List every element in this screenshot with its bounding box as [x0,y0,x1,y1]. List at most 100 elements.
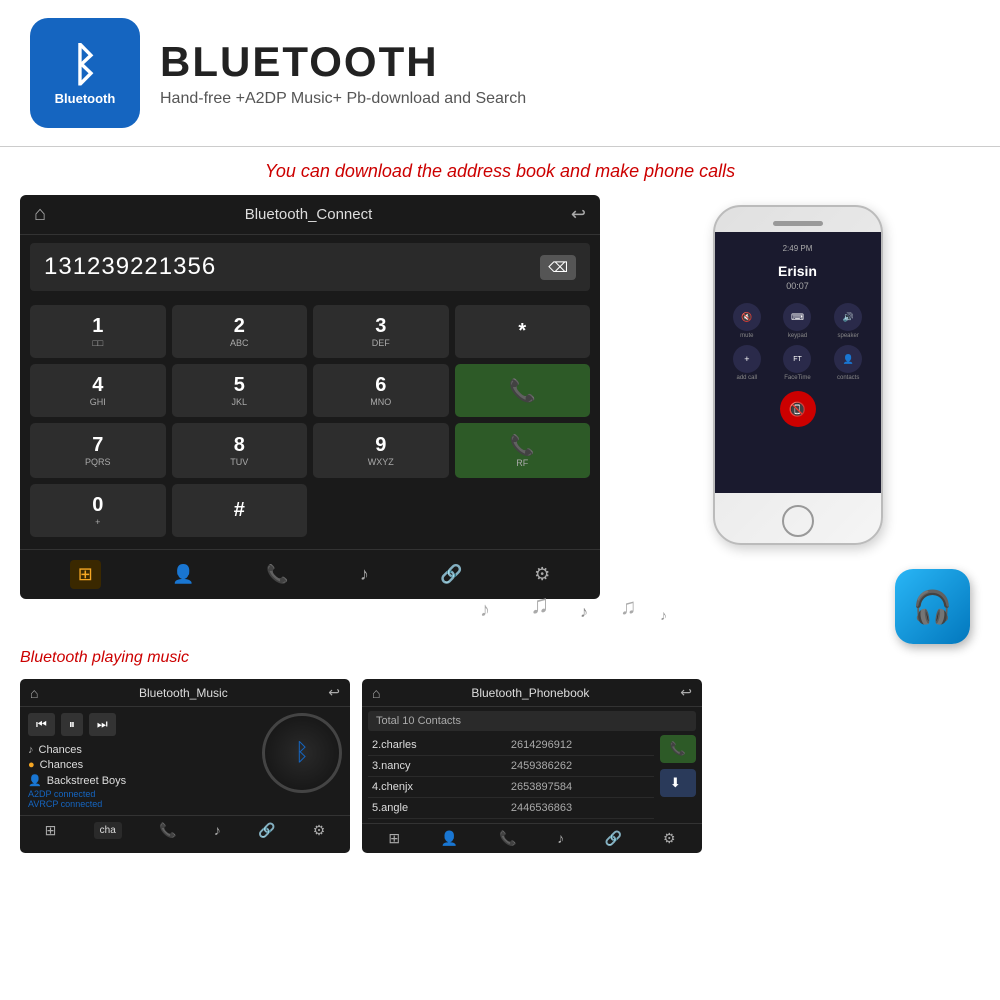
dialpad-screen: ⌂ Bluetooth_Connect ↩ 131239221356 ⌫ 1□□… [20,195,600,599]
phone-call-grid: 🔇 mute ⌨ keypad 🔊 speaker + add call [719,303,877,381]
pb-name-3: 3.nancy [372,760,511,772]
dialpad-titlebar: ⌂ Bluetooth_Connect ↩ [20,195,600,235]
pb-nav-grid[interactable]: ⊞ [388,830,400,847]
phone-end-call-btn[interactable]: 📵 [780,391,816,427]
pb-nav-link[interactable]: 🔗 [605,830,622,847]
music-nav-settings[interactable]: ⚙ [313,822,326,839]
nav-grid-icon[interactable]: ⊞ [70,560,101,589]
pb-download-button[interactable]: ⬇ [660,769,696,797]
phone-contacts-btn[interactable]: 👤 [834,345,862,373]
key-0[interactable]: 0+ [30,484,166,537]
music-album-art: ᛒ [262,713,342,793]
key-star[interactable]: * [455,305,591,358]
phone-facetime-btn[interactable]: FT [783,345,811,373]
phone-addcall-btn[interactable]: + [733,345,761,373]
back-icon[interactable]: ↩ [571,204,586,225]
key-6[interactable]: 6MNO [313,364,449,417]
music-screen-title: Bluetooth_Music [139,686,228,700]
artist-row: 👤 Backstreet Boys [28,774,254,787]
phonebook-list: 2.charles 2614296912 3.nancy 2459386262 … [368,735,654,819]
key-5[interactable]: 5JKL [172,364,308,417]
music-note-5: ♪ [660,607,667,623]
track-2: ● Chances [28,759,254,771]
phonebook-content: Total 10 Contacts 2.charles 2614296912 3… [362,707,702,823]
music-home-icon[interactable]: ⌂ [30,685,38,701]
bluetooth-logo: ᛒ Bluetooth [30,18,140,128]
call-button[interactable]: 📞 [455,364,591,417]
phone-addcall-label: add call [725,375,770,381]
next-button[interactable]: ⏭ [89,713,116,736]
pb-action-buttons: 📞 ⬇ [660,735,696,819]
pb-nav-contacts[interactable]: 👤 [441,830,458,847]
prev-button[interactable]: ⏮ [28,713,55,736]
key-9[interactable]: 9WXYZ [313,423,449,478]
pb-home-icon[interactable]: ⌂ [372,685,380,701]
music-note-4: ♫ [620,594,637,620]
phone-keypad-btn[interactable]: ⌨ [783,303,811,331]
key-1[interactable]: 1□□ [30,305,166,358]
nav-settings-icon[interactable]: ⚙ [534,564,550,585]
nav-contacts-icon[interactable]: 👤 [172,564,194,585]
music-left-panel: ⏮ ⏸ ⏭ ♪ Chances ● Chances 👤 Backstree [28,713,254,809]
phone-home-btn[interactable] [782,505,814,537]
music-screen: ⌂ Bluetooth_Music ↩ ⏮ ⏸ ⏭ ♪ Chances [20,679,350,853]
track-2-name: Chances [40,759,83,771]
music-note-2: ♫ [530,589,550,620]
key-4[interactable]: 4GHI [30,364,166,417]
music-notes-area: ♪ ♫ ♪ ♫ ♪ 🎧 [0,599,1000,639]
pb-nav-phone[interactable]: 📞 [499,830,516,847]
phonebook-screen: ⌂ Bluetooth_Phonebook ↩ Total 10 Contact… [362,679,702,853]
phone-mute-label: mute [725,333,770,339]
phone-speaker-btn[interactable]: 🔊 [834,303,862,331]
pb-contact-2: 2.charles 2614296912 [368,735,654,756]
pb-call-button[interactable]: 📞 [660,735,696,763]
pb-number-5: 2446536863 [511,802,650,814]
page-title: BLUETOOTH [160,38,526,86]
music-note-1: ♪ [480,599,490,622]
pb-back-icon[interactable]: ↩ [680,684,692,701]
home-icon[interactable]: ⌂ [34,203,46,226]
music-controls: ⏮ ⏸ ⏭ [28,713,254,736]
music-nav-phone[interactable]: 📞 [159,822,176,839]
music-bottom-nav: ⊞ cha 📞 ♪ 🔗 ⚙ [20,815,350,845]
bluetooth-symbol: ᛒ [71,41,99,87]
key-2[interactable]: 2ABC [172,305,308,358]
pb-number-2: 2614296912 [511,739,650,751]
nav-phone-icon[interactable]: 📞 [266,564,288,585]
header-subtitle: Hand-free +A2DP Music+ Pb-download and S… [160,90,526,108]
dial-number: 131239221356 [44,253,216,281]
phone-speaker [773,221,823,226]
call2-button[interactable]: 📞RF [455,423,591,478]
key-8[interactable]: 8TUV [172,423,308,478]
main-demo-section: ⌂ Bluetooth_Connect ↩ 131239221356 ⌫ 1□□… [0,195,1000,599]
pb-number-4: 2653897584 [511,781,650,793]
key-hash[interactable]: # [172,484,308,537]
music-screen-titlebar: ⌂ Bluetooth_Music ↩ [20,679,350,707]
backspace-button[interactable]: ⌫ [540,255,576,280]
bluetooth-headphone-icon: 🎧 [895,569,970,644]
dialpad-screen-title: Bluetooth_Connect [245,206,373,223]
dial-display: 131239221356 ⌫ [30,243,590,291]
music-search-box[interactable]: cha [94,822,122,839]
phonebook-bottom-nav: ⊞ 👤 📞 ♪ 🔗 ⚙ [362,823,702,853]
pb-number-3: 2459386262 [511,760,650,772]
album-bt-icon: ᛒ [295,739,309,767]
music-back-icon[interactable]: ↩ [328,684,340,701]
main-subtitle: You can download the address book and ma… [0,147,1000,190]
pb-name-4: 4.chenjx [372,781,511,793]
pb-nav-note[interactable]: ♪ [557,830,564,847]
pb-contact-3: 3.nancy 2459386262 [368,756,654,777]
music-player-content: ⏮ ⏸ ⏭ ♪ Chances ● Chances 👤 Backstree [20,707,350,815]
nav-link-icon[interactable]: 🔗 [440,564,462,585]
music-nav-grid[interactable]: ⊞ [45,822,57,839]
phone-container: 2:49 PM Erisin 00:07 🔇 mute ⌨ keypad 🔊 s… [615,195,980,545]
music-nav-note[interactable]: ♪ [214,822,221,839]
nav-music-icon[interactable]: ♪ [360,564,369,585]
key-7[interactable]: 7PQRS [30,423,166,478]
music-nav-link[interactable]: 🔗 [258,822,275,839]
pb-nav-settings[interactable]: ⚙ [663,830,676,847]
phone-mute-btn[interactable]: 🔇 [733,303,761,331]
phonebook-list-area: 2.charles 2614296912 3.nancy 2459386262 … [368,735,696,819]
play-button[interactable]: ⏸ [61,713,83,736]
key-3[interactable]: 3DEF [313,305,449,358]
